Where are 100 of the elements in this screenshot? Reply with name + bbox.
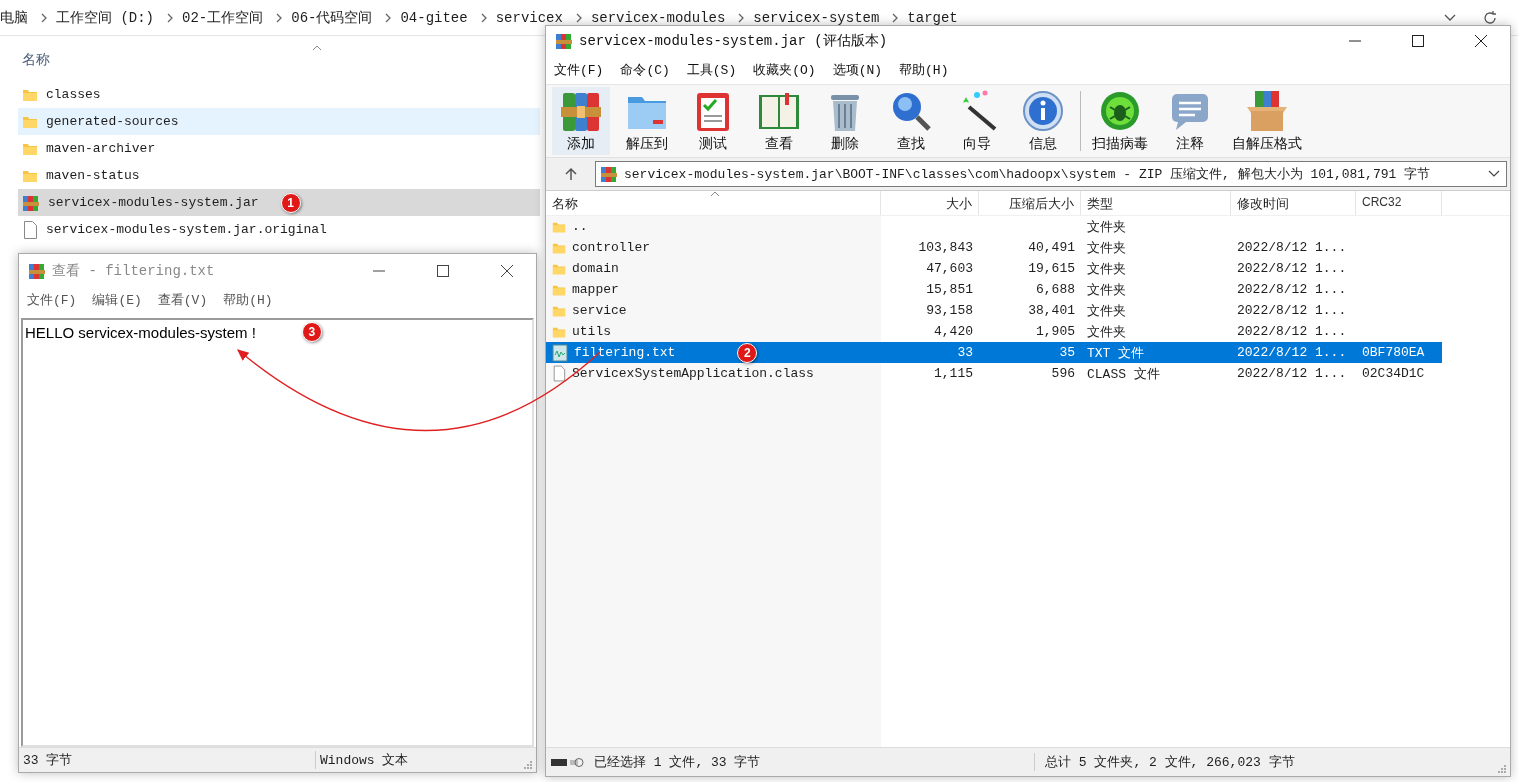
archive-icon	[600, 165, 618, 183]
table-cell: 38,401	[1028, 303, 1075, 318]
table-cell-text: 文件夹	[1087, 281, 1126, 299]
file-row[interactable]: .. 文件夹	[546, 216, 1442, 237]
file-row[interactable]: domain 47,603 19,615 文件夹 2022/8/12 1...	[546, 258, 1442, 279]
file-row[interactable]: controller 103,843 40,491 文件夹 2022/8/12 1...	[546, 237, 1442, 258]
menu-item[interactable]: 命令(C)	[620, 61, 670, 79]
file-name: generated-sources	[46, 114, 179, 129]
file-row[interactable]: utils 4,420 1,905 文件夹 2022/8/12 1...	[546, 321, 1442, 342]
status-text: 已经选择 1 文件, 33 字节	[590, 753, 1035, 771]
status-text: 总计 5 文件夹, 2 文件, 266,023 字节	[1044, 754, 1296, 771]
info-icon	[1021, 89, 1065, 133]
dropdown-icon[interactable]	[1444, 13, 1456, 22]
table-cell-text: CLASS 文件	[1087, 365, 1160, 383]
breadcrumb[interactable]: target	[903, 9, 962, 26]
file-name: utils	[572, 324, 611, 339]
window-title: 查看 - filtering.txt	[52, 262, 215, 280]
text-content-area[interactable]: HELLO servicex-modules-system ! 3	[21, 318, 534, 747]
table-cell: 103,843	[918, 240, 973, 255]
toolbar-button[interactable]: 扫描病毒	[1087, 87, 1153, 155]
toolbar-button[interactable]: 测试	[684, 87, 742, 155]
toolbar-button[interactable]: 注释	[1161, 87, 1219, 155]
document-icon	[22, 220, 38, 239]
menu-item[interactable]: 收藏夹(O)	[753, 61, 816, 79]
column-header[interactable]: 类型	[1081, 191, 1231, 215]
chevron-icon	[574, 12, 583, 23]
menu-item[interactable]: 编辑(E)	[92, 291, 142, 309]
maximize-icon[interactable]	[1411, 34, 1425, 48]
table-cell-text: 文件夹	[1087, 302, 1126, 320]
file-row[interactable]: servicex-modules-system.jar 1	[18, 189, 540, 216]
resize-grip-icon[interactable]	[522, 759, 532, 769]
breadcrumb[interactable]: 04-gitee	[396, 9, 472, 26]
status-text: Windows 文本	[319, 752, 410, 769]
file-row[interactable]: ServicexSystemApplication.class 1,115 596 CLASS 文件 2022/8/12 1... 02C34D1C	[546, 363, 1442, 384]
file-row[interactable]: classes	[18, 81, 540, 108]
menu-item[interactable]: 帮助(H)	[223, 291, 273, 309]
column-header[interactable]: 压缩后大小	[979, 191, 1081, 215]
toolbar-button[interactable]: 自解压格式	[1227, 87, 1307, 155]
menu-item[interactable]: 文件(F)	[554, 61, 604, 79]
breadcrumb[interactable]: servicex-modules	[586, 9, 730, 26]
up-arrow-icon[interactable]	[564, 167, 578, 181]
table-cell: 1,115	[934, 366, 973, 381]
maximize-icon[interactable]	[436, 264, 450, 278]
file-row[interactable]: maven-status	[18, 162, 540, 189]
file-row[interactable]: maven-archiver	[18, 135, 540, 162]
table-cell: 15,851	[926, 282, 973, 297]
chevron-icon	[384, 12, 393, 23]
menu-item[interactable]: 查看(V)	[157, 291, 208, 309]
toolbar-button[interactable]: 添加	[552, 87, 610, 155]
dropdown-icon	[1488, 170, 1500, 178]
text-file-icon	[552, 343, 568, 362]
chevron-icon	[40, 12, 48, 23]
toolbar-button[interactable]: 查找	[882, 87, 940, 155]
file-row[interactable]: service 93,158 38,401 文件夹 2022/8/12 1...	[546, 300, 1442, 321]
toolbar-button[interactable]: 信息	[1014, 87, 1072, 155]
step-badge: 2	[737, 342, 758, 363]
archive-icon	[22, 193, 40, 212]
breadcrumb[interactable]: 电脑	[0, 8, 32, 27]
file-name: servicex-modules-system.jar	[48, 195, 259, 210]
path-dropdown[interactable]: servicex-modules-system.jar\BOOT-INF\classes\com\hadoopx\system - ZIP 压缩文件, 解包大小为 101,081,791 字节	[595, 161, 1507, 187]
breadcrumb[interactable]: 工作空间 (D:)	[52, 8, 158, 27]
column-header[interactable]: 修改时间	[1231, 191, 1356, 215]
file-name: domain	[572, 261, 619, 276]
column-header[interactable]: 大小	[881, 191, 979, 215]
file-row[interactable]: generated-sources	[18, 108, 540, 135]
window-title: servicex-modules-system.jar (评估版本)	[579, 32, 888, 50]
file-name: ServicexSystemApplication.class	[572, 366, 814, 381]
table-cell: 93,158	[926, 303, 973, 318]
chevron-icon	[275, 12, 284, 23]
file-row[interactable]: mapper 15,851 6,688 文件夹 2022/8/12 1...	[546, 279, 1442, 300]
table-cell: 47,603	[926, 261, 973, 276]
breadcrumb[interactable]: 02-工作空间	[178, 8, 268, 27]
column-header[interactable]: 名称	[22, 51, 50, 69]
column-header[interactable]: CRC32	[1356, 191, 1442, 215]
close-icon[interactable]	[1474, 34, 1488, 48]
table-cell-text: 文件夹	[1087, 323, 1126, 341]
toolbar-button[interactable]: 解压到	[618, 87, 676, 155]
chevron-icon	[737, 12, 746, 23]
menu-item[interactable]: 选项(N)	[832, 61, 883, 79]
resize-grip-icon[interactable]	[1496, 763, 1506, 773]
table-cell: 596	[1051, 366, 1075, 381]
file-row[interactable]: filtering.txt 2 33 35 TXT 文件 2022/8/12 1... 0BF780EA	[546, 342, 1442, 363]
table-cell: 33	[957, 345, 973, 360]
refresh-icon[interactable]	[1482, 9, 1498, 26]
toolbar-button[interactable]: 删除	[816, 87, 874, 155]
breadcrumb[interactable]: servicex-system	[749, 9, 884, 26]
drive-icon	[550, 756, 584, 768]
menu-item[interactable]: 文件(F)	[27, 291, 77, 309]
toolbar-button[interactable]: 查看	[750, 87, 808, 155]
table-cell: 6,688	[1036, 282, 1075, 297]
breadcrumb[interactable]: 06-代码空间	[287, 8, 377, 27]
sort-caret-icon	[312, 45, 322, 51]
column-header[interactable]: 名称	[546, 191, 881, 215]
breadcrumb[interactable]: servicex	[491, 9, 567, 26]
file-row[interactable]: servicex-modules-system.jar.original	[18, 216, 540, 243]
close-icon[interactable]	[500, 264, 514, 278]
file-text: HELLO servicex-modules-system !	[25, 323, 256, 341]
menu-item[interactable]: 帮助(H)	[899, 61, 949, 79]
menu-item[interactable]: 工具(S)	[686, 61, 737, 79]
toolbar-button[interactable]: 向导	[948, 87, 1006, 155]
